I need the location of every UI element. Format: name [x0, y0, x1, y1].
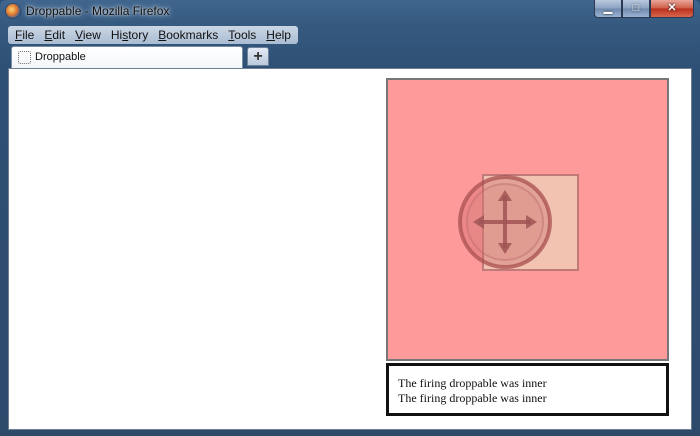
menu-view[interactable]: View — [70, 26, 106, 44]
blank-page-icon — [18, 51, 31, 64]
tab-droppable[interactable]: Droppable — [11, 46, 243, 68]
minimize-button[interactable]: ▁ — [594, 0, 622, 18]
close-button[interactable]: ✕ — [650, 0, 694, 18]
window-controls: ▁ □ ✕ — [594, 0, 694, 18]
new-tab-button[interactable]: + — [247, 47, 269, 66]
menu-edit[interactable]: Edit — [39, 26, 70, 44]
log-line: The firing droppable was inner — [398, 376, 547, 390]
tab-strip: Droppable + — [0, 46, 700, 68]
page-content: The firing droppable was inner The firin… — [8, 68, 692, 430]
tab-label: Droppable — [35, 51, 86, 63]
title-bar: Droppable - Mozilla Firefox ▁ □ ✕ — [0, 0, 700, 24]
browser-window: Droppable - Mozilla Firefox ▁ □ ✕ File E… — [0, 0, 700, 436]
log-line: The firing droppable was inner — [398, 391, 547, 405]
menu-tools[interactable]: Tools — [223, 26, 261, 44]
menu-file[interactable]: File — [10, 26, 39, 44]
outer-droppable[interactable] — [386, 78, 669, 361]
firefox-logo-icon — [6, 4, 20, 18]
menu-bar: File Edit View History Bookmarks Tools H… — [8, 26, 298, 44]
move-cursor-icon[interactable] — [455, 172, 555, 272]
menu-bookmarks[interactable]: Bookmarks — [153, 26, 223, 44]
event-log: The firing droppable was inner The firin… — [386, 363, 669, 416]
menu-history[interactable]: History — [106, 26, 153, 44]
maximize-button[interactable]: □ — [622, 0, 650, 18]
menu-help[interactable]: Help — [261, 26, 296, 44]
window-title: Droppable - Mozilla Firefox — [26, 4, 170, 18]
